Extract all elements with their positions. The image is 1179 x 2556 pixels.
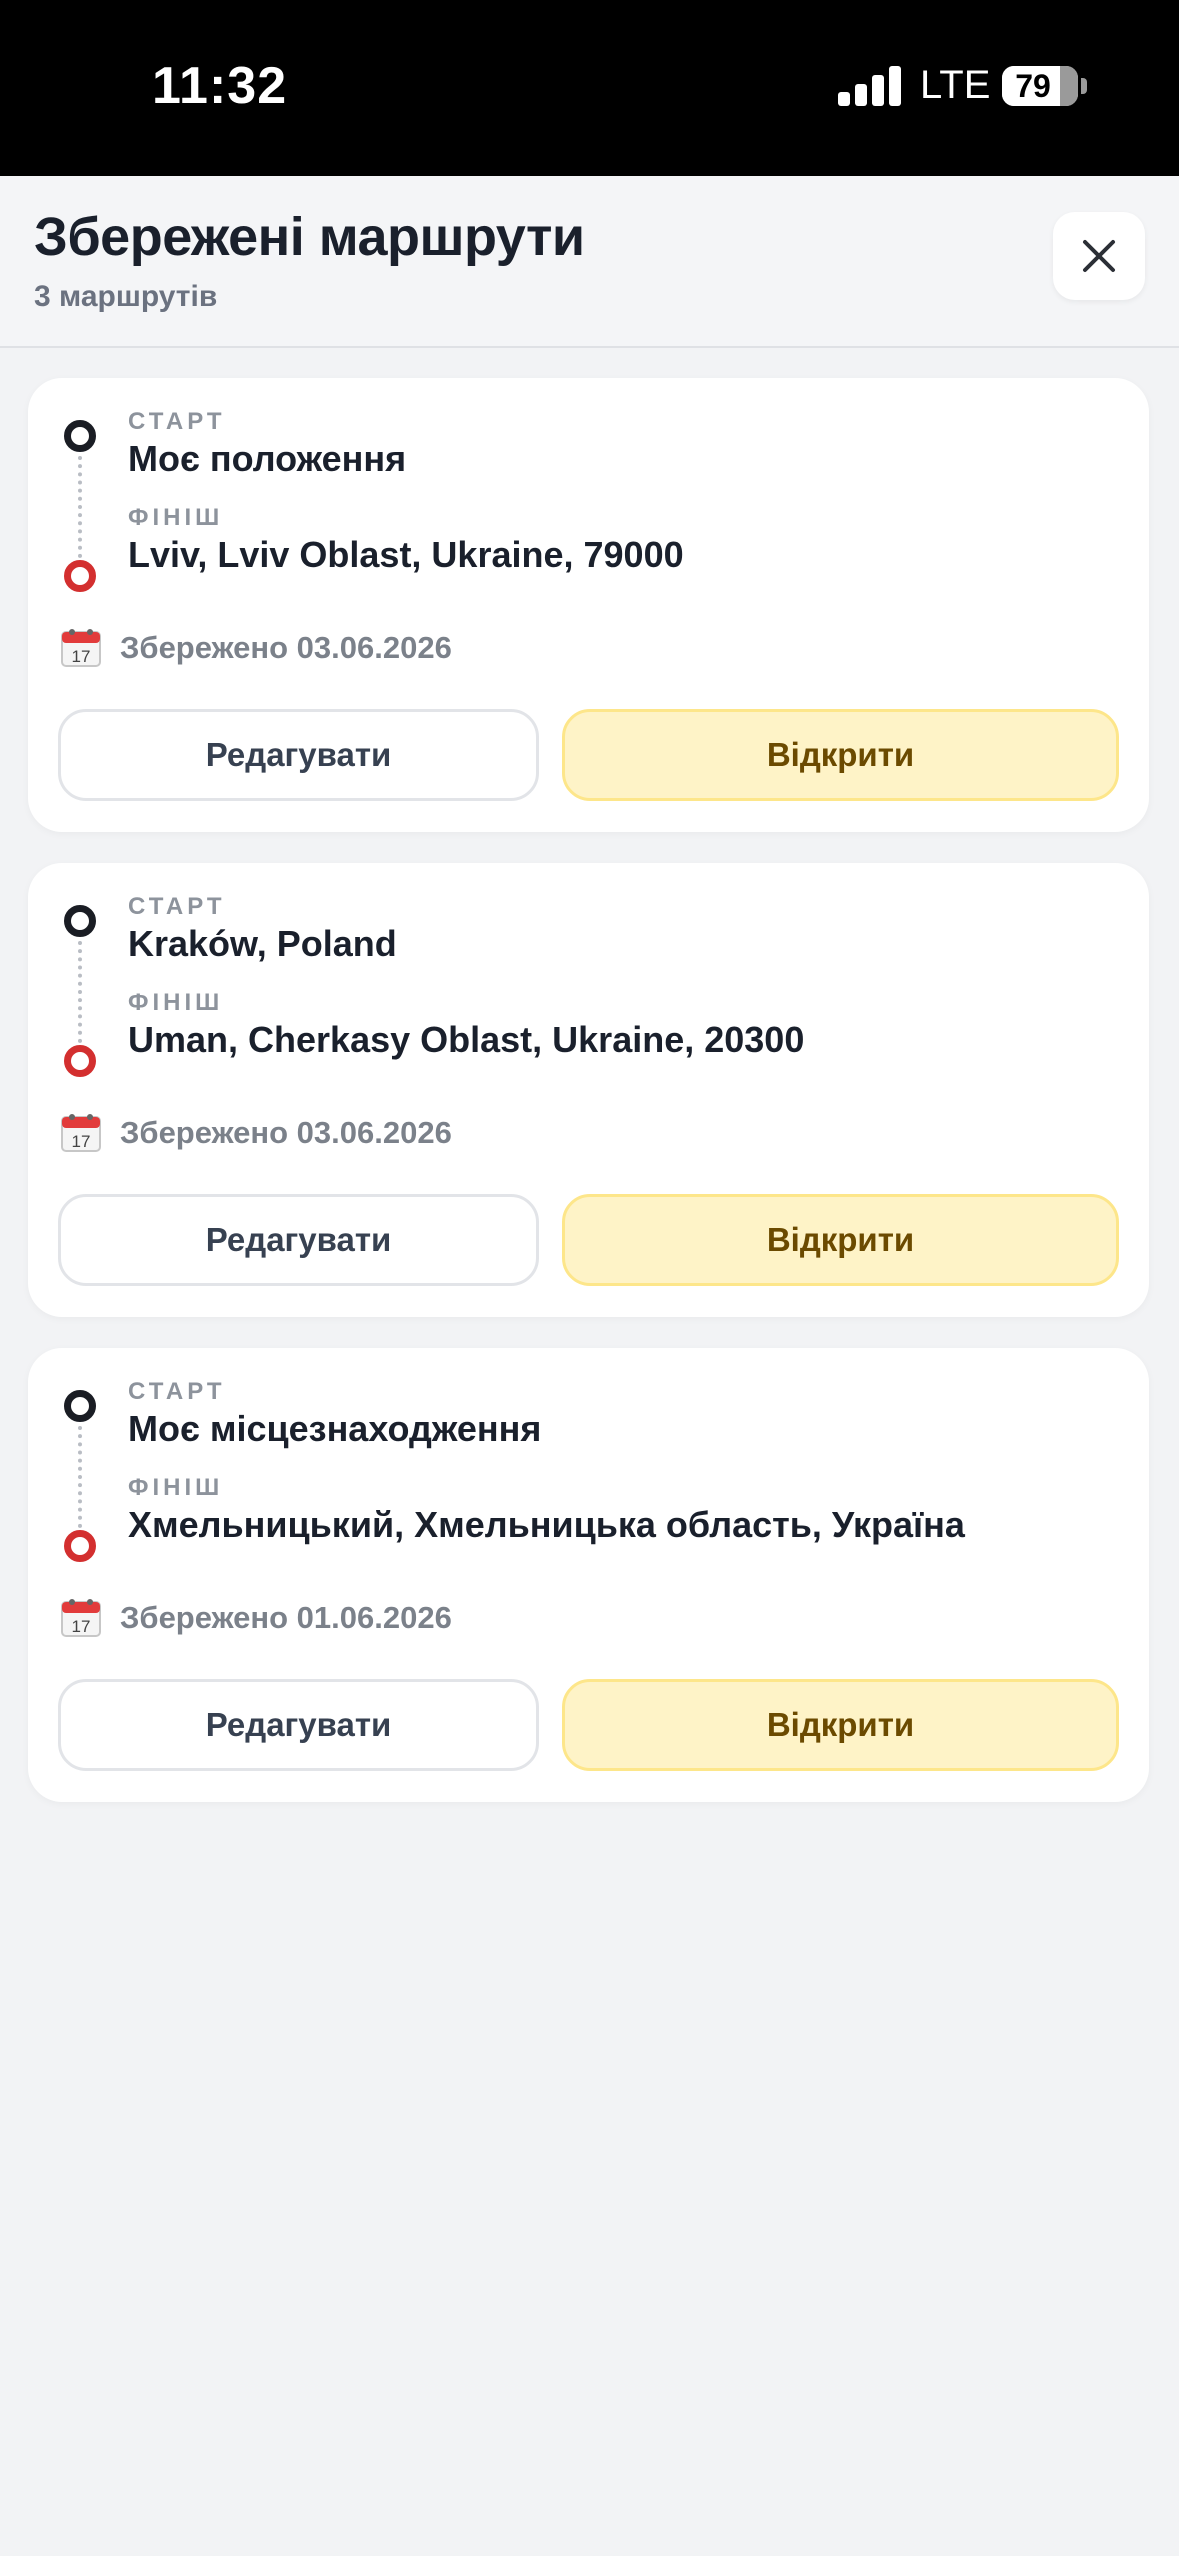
open-button[interactable]: Відкрити: [562, 1679, 1119, 1771]
start-marker-icon: [64, 1390, 96, 1422]
edit-button[interactable]: Редагувати: [58, 1194, 539, 1286]
close-icon: [1083, 240, 1115, 272]
finish-label: ФІНІШ: [128, 1474, 224, 1501]
saved-date-text: Збережено 03.06.2026: [120, 630, 452, 665]
route-line-icon: [62, 420, 98, 594]
start-label: СТАРТ: [128, 1378, 226, 1405]
finish-place: Lviv, Lviv Oblast, Ukraine, 79000: [128, 534, 684, 575]
battery-cap: [1081, 78, 1087, 94]
start-place: Моє положення: [128, 438, 407, 479]
route-line-icon: [62, 1390, 98, 1564]
saved-date: 17 Збережено 03.06.2026: [60, 1113, 452, 1153]
finish-marker-icon: [64, 560, 96, 592]
status-time: 11:32: [152, 57, 288, 115]
edit-button[interactable]: Редагувати: [58, 709, 539, 801]
finish-place: Хмельницький, Хмельницька область, Украї…: [128, 1504, 965, 1545]
svg-text:17: 17: [72, 1132, 91, 1151]
svg-text:17: 17: [72, 1617, 91, 1636]
route-card: СТАРТ Моє місцезнаходження ФІНІШ Хмельни…: [28, 1348, 1149, 1802]
finish-marker-icon: [64, 1045, 96, 1077]
page-title: Збережені маршрути: [34, 207, 585, 267]
open-button[interactable]: Відкрити: [562, 1194, 1119, 1286]
open-button[interactable]: Відкрити: [562, 709, 1119, 801]
route-card: СТАРТ Моє положення ФІНІШ Lviv, Lviv Obl…: [28, 378, 1149, 832]
route-card: СТАРТ Kraków, Poland ФІНІШ Uman, Cherkas…: [28, 863, 1149, 1317]
finish-label: ФІНІШ: [128, 989, 224, 1016]
header: Збережені маршрути 3 маршрутів: [0, 176, 1179, 348]
start-place: Моє місцезнаходження: [128, 1408, 542, 1449]
calendar-icon: 17: [61, 1599, 101, 1637]
network-type: LTE: [920, 63, 991, 107]
finish-place: Uman, Cherkasy Oblast, Ukraine, 20300: [128, 1019, 805, 1060]
saved-date-text: Збережено 03.06.2026: [120, 1115, 452, 1150]
start-label: СТАРТ: [128, 893, 226, 920]
close-button[interactable]: [1053, 212, 1145, 300]
battery-icon: 79: [1002, 66, 1078, 106]
finish-marker-icon: [64, 1530, 96, 1562]
routes-count: 3 маршрутів: [34, 280, 218, 313]
status-bar: 11:32 LTE 79: [0, 0, 1179, 176]
saved-date: 17 Збережено 01.06.2026: [60, 1598, 452, 1638]
start-marker-icon: [64, 420, 96, 452]
start-place: Kraków, Poland: [128, 923, 397, 964]
route-line-icon: [62, 905, 98, 1079]
svg-text:17: 17: [72, 647, 91, 666]
calendar-icon: 17: [61, 629, 101, 667]
finish-label: ФІНІШ: [128, 504, 224, 531]
saved-date: 17 Збережено 03.06.2026: [60, 628, 452, 668]
start-marker-icon: [64, 905, 96, 937]
saved-date-text: Збережено 01.06.2026: [120, 1600, 452, 1635]
start-label: СТАРТ: [128, 408, 226, 435]
calendar-icon: 17: [61, 1114, 101, 1152]
battery-level: 79: [1015, 68, 1051, 104]
signal-icon: [838, 66, 901, 106]
edit-button[interactable]: Редагувати: [58, 1679, 539, 1771]
